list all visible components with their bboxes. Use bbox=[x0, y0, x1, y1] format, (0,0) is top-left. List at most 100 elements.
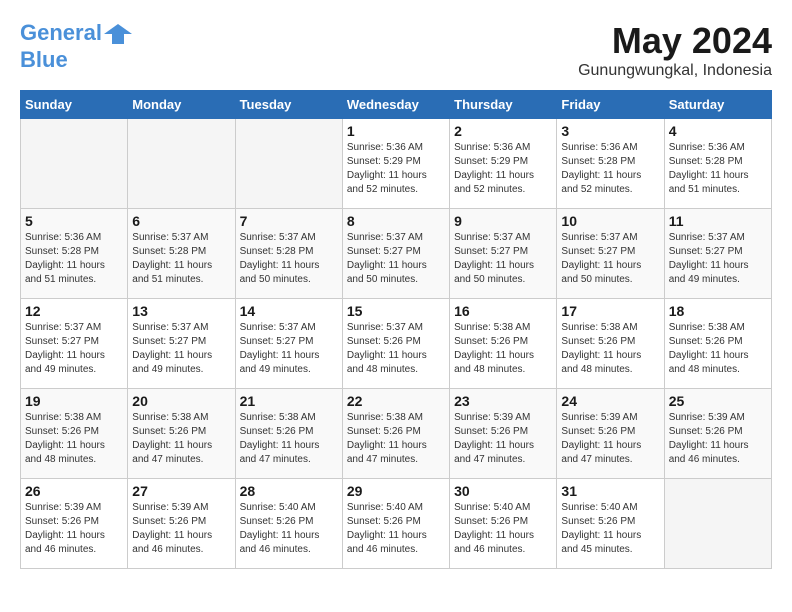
day-info: Sunrise: 5:39 AM Sunset: 5:26 PM Dayligh… bbox=[561, 411, 659, 467]
day-info: Sunrise: 5:36 AM Sunset: 5:28 PM Dayligh… bbox=[25, 231, 123, 287]
header-monday: Monday bbox=[128, 91, 235, 119]
day-number: 20 bbox=[132, 393, 230, 409]
calendar-cell: 22 Sunrise: 5:38 AM Sunset: 5:26 PM Dayli… bbox=[342, 389, 449, 479]
day-number: 27 bbox=[132, 483, 230, 499]
calendar-week-row: 26 Sunrise: 5:39 AM Sunset: 5:26 PM Dayli… bbox=[21, 479, 772, 569]
day-number: 11 bbox=[669, 213, 767, 229]
day-info: Sunrise: 5:40 AM Sunset: 5:26 PM Dayligh… bbox=[561, 501, 659, 557]
day-info: Sunrise: 5:39 AM Sunset: 5:26 PM Dayligh… bbox=[454, 411, 552, 467]
location-subtitle: Gunungwungkal, Indonesia bbox=[578, 62, 772, 80]
day-info: Sunrise: 5:38 AM Sunset: 5:26 PM Dayligh… bbox=[669, 321, 767, 377]
calendar-cell: 7 Sunrise: 5:37 AM Sunset: 5:28 PM Daylig… bbox=[235, 209, 342, 299]
calendar-cell: 10 Sunrise: 5:37 AM Sunset: 5:27 PM Dayli… bbox=[557, 209, 664, 299]
day-info: Sunrise: 5:36 AM Sunset: 5:29 PM Dayligh… bbox=[454, 141, 552, 197]
day-number: 30 bbox=[454, 483, 552, 499]
logo-blue-text: Blue bbox=[20, 48, 132, 72]
day-number: 16 bbox=[454, 303, 552, 319]
day-info: Sunrise: 5:38 AM Sunset: 5:26 PM Dayligh… bbox=[132, 411, 230, 467]
calendar-cell bbox=[235, 119, 342, 209]
day-number: 23 bbox=[454, 393, 552, 409]
page-header: General Blue May 2024 Gunungwungkal, Ind… bbox=[20, 20, 772, 80]
day-number: 13 bbox=[132, 303, 230, 319]
day-number: 10 bbox=[561, 213, 659, 229]
calendar-cell: 1 Sunrise: 5:36 AM Sunset: 5:29 PM Daylig… bbox=[342, 119, 449, 209]
day-number: 4 bbox=[669, 123, 767, 139]
day-number: 15 bbox=[347, 303, 445, 319]
day-number: 21 bbox=[240, 393, 338, 409]
day-number: 24 bbox=[561, 393, 659, 409]
calendar-cell: 12 Sunrise: 5:37 AM Sunset: 5:27 PM Dayli… bbox=[21, 299, 128, 389]
day-number: 6 bbox=[132, 213, 230, 229]
day-number: 28 bbox=[240, 483, 338, 499]
calendar-cell: 29Sunrise: 5:40 AM Sunset: 5:26 PM Dayli… bbox=[342, 479, 449, 569]
calendar-cell: 15 Sunrise: 5:37 AM Sunset: 5:26 PM Dayli… bbox=[342, 299, 449, 389]
calendar-cell: 6Sunrise: 5:37 AM Sunset: 5:28 PM Daylig… bbox=[128, 209, 235, 299]
calendar-cell: 27 Sunrise: 5:39 AM Sunset: 5:26 PM Dayli… bbox=[128, 479, 235, 569]
day-info: Sunrise: 5:37 AM Sunset: 5:27 PM Dayligh… bbox=[454, 231, 552, 287]
calendar-cell: 20 Sunrise: 5:38 AM Sunset: 5:26 PM Dayli… bbox=[128, 389, 235, 479]
day-info: Sunrise: 5:39 AM Sunset: 5:26 PM Dayligh… bbox=[132, 501, 230, 557]
header-tuesday: Tuesday bbox=[235, 91, 342, 119]
calendar-cell: 16 Sunrise: 5:38 AM Sunset: 5:26 PM Dayli… bbox=[450, 299, 557, 389]
day-info: Sunrise: 5:37 AM Sunset: 5:27 PM Dayligh… bbox=[25, 321, 123, 377]
calendar-week-row: 12 Sunrise: 5:37 AM Sunset: 5:27 PM Dayli… bbox=[21, 299, 772, 389]
month-title: May 2024 bbox=[578, 20, 772, 62]
day-number: 3 bbox=[561, 123, 659, 139]
day-info: Sunrise: 5:36 AM Sunset: 5:28 PM Dayligh… bbox=[561, 141, 659, 197]
day-info: Sunrise: 5:36 AM Sunset: 5:29 PM Dayligh… bbox=[347, 141, 445, 197]
calendar-cell: 11 Sunrise: 5:37 AM Sunset: 5:27 PM Dayli… bbox=[664, 209, 771, 299]
day-number: 22 bbox=[347, 393, 445, 409]
day-info: Sunrise: 5:37 AM Sunset: 5:26 PM Dayligh… bbox=[347, 321, 445, 377]
day-info: Sunrise: 5:38 AM Sunset: 5:26 PM Dayligh… bbox=[561, 321, 659, 377]
calendar-cell bbox=[21, 119, 128, 209]
calendar-cell: 19Sunrise: 5:38 AM Sunset: 5:26 PM Dayli… bbox=[21, 389, 128, 479]
calendar-week-row: 1 Sunrise: 5:36 AM Sunset: 5:29 PM Daylig… bbox=[21, 119, 772, 209]
header-saturday: Saturday bbox=[664, 91, 771, 119]
day-number: 25 bbox=[669, 393, 767, 409]
calendar-cell: 31 Sunrise: 5:40 AM Sunset: 5:26 PM Dayli… bbox=[557, 479, 664, 569]
day-number: 1 bbox=[347, 123, 445, 139]
day-info: Sunrise: 5:37 AM Sunset: 5:27 PM Dayligh… bbox=[132, 321, 230, 377]
calendar-cell: 21 Sunrise: 5:38 AM Sunset: 5:26 PM Dayli… bbox=[235, 389, 342, 479]
day-info: Sunrise: 5:37 AM Sunset: 5:27 PM Dayligh… bbox=[240, 321, 338, 377]
calendar-cell: 25Sunrise: 5:39 AM Sunset: 5:26 PM Dayli… bbox=[664, 389, 771, 479]
day-info: Sunrise: 5:37 AM Sunset: 5:27 PM Dayligh… bbox=[561, 231, 659, 287]
calendar-cell bbox=[664, 479, 771, 569]
calendar-cell: 4 Sunrise: 5:36 AM Sunset: 5:28 PM Daylig… bbox=[664, 119, 771, 209]
title-block: May 2024 Gunungwungkal, Indonesia bbox=[578, 20, 772, 80]
calendar-cell: 18Sunrise: 5:38 AM Sunset: 5:26 PM Dayli… bbox=[664, 299, 771, 389]
header-thursday: Thursday bbox=[450, 91, 557, 119]
calendar-cell: 2Sunrise: 5:36 AM Sunset: 5:29 PM Daylig… bbox=[450, 119, 557, 209]
calendar-table: SundayMondayTuesdayWednesdayThursdayFrid… bbox=[20, 90, 772, 569]
day-number: 9 bbox=[454, 213, 552, 229]
day-number: 7 bbox=[240, 213, 338, 229]
day-info: Sunrise: 5:38 AM Sunset: 5:26 PM Dayligh… bbox=[240, 411, 338, 467]
day-info: Sunrise: 5:38 AM Sunset: 5:26 PM Dayligh… bbox=[454, 321, 552, 377]
day-number: 14 bbox=[240, 303, 338, 319]
day-info: Sunrise: 5:36 AM Sunset: 5:28 PM Dayligh… bbox=[669, 141, 767, 197]
day-number: 26 bbox=[25, 483, 123, 499]
calendar-cell: 14 Sunrise: 5:37 AM Sunset: 5:27 PM Dayli… bbox=[235, 299, 342, 389]
calendar-cell: 23 Sunrise: 5:39 AM Sunset: 5:26 PM Dayli… bbox=[450, 389, 557, 479]
calendar-cell: 28 Sunrise: 5:40 AM Sunset: 5:26 PM Dayli… bbox=[235, 479, 342, 569]
logo-bird-icon bbox=[104, 20, 132, 48]
calendar-cell: 30 Sunrise: 5:40 AM Sunset: 5:26 PM Dayli… bbox=[450, 479, 557, 569]
calendar-cell: 17Sunrise: 5:38 AM Sunset: 5:26 PM Dayli… bbox=[557, 299, 664, 389]
calendar-cell: 5Sunrise: 5:36 AM Sunset: 5:28 PM Daylig… bbox=[21, 209, 128, 299]
day-info: Sunrise: 5:39 AM Sunset: 5:26 PM Dayligh… bbox=[25, 501, 123, 557]
header-sunday: Sunday bbox=[21, 91, 128, 119]
calendar-cell: 8Sunrise: 5:37 AM Sunset: 5:27 PM Daylig… bbox=[342, 209, 449, 299]
day-info: Sunrise: 5:40 AM Sunset: 5:26 PM Dayligh… bbox=[240, 501, 338, 557]
day-info: Sunrise: 5:40 AM Sunset: 5:26 PM Dayligh… bbox=[454, 501, 552, 557]
day-number: 8 bbox=[347, 213, 445, 229]
day-number: 31 bbox=[561, 483, 659, 499]
day-number: 29 bbox=[347, 483, 445, 499]
day-info: Sunrise: 5:38 AM Sunset: 5:26 PM Dayligh… bbox=[347, 411, 445, 467]
calendar-cell: 9 Sunrise: 5:37 AM Sunset: 5:27 PM Daylig… bbox=[450, 209, 557, 299]
logo: General Blue bbox=[20, 20, 132, 72]
day-info: Sunrise: 5:37 AM Sunset: 5:28 PM Dayligh… bbox=[240, 231, 338, 287]
day-info: Sunrise: 5:38 AM Sunset: 5:26 PM Dayligh… bbox=[25, 411, 123, 467]
header-friday: Friday bbox=[557, 91, 664, 119]
day-info: Sunrise: 5:37 AM Sunset: 5:27 PM Dayligh… bbox=[669, 231, 767, 287]
day-number: 12 bbox=[25, 303, 123, 319]
